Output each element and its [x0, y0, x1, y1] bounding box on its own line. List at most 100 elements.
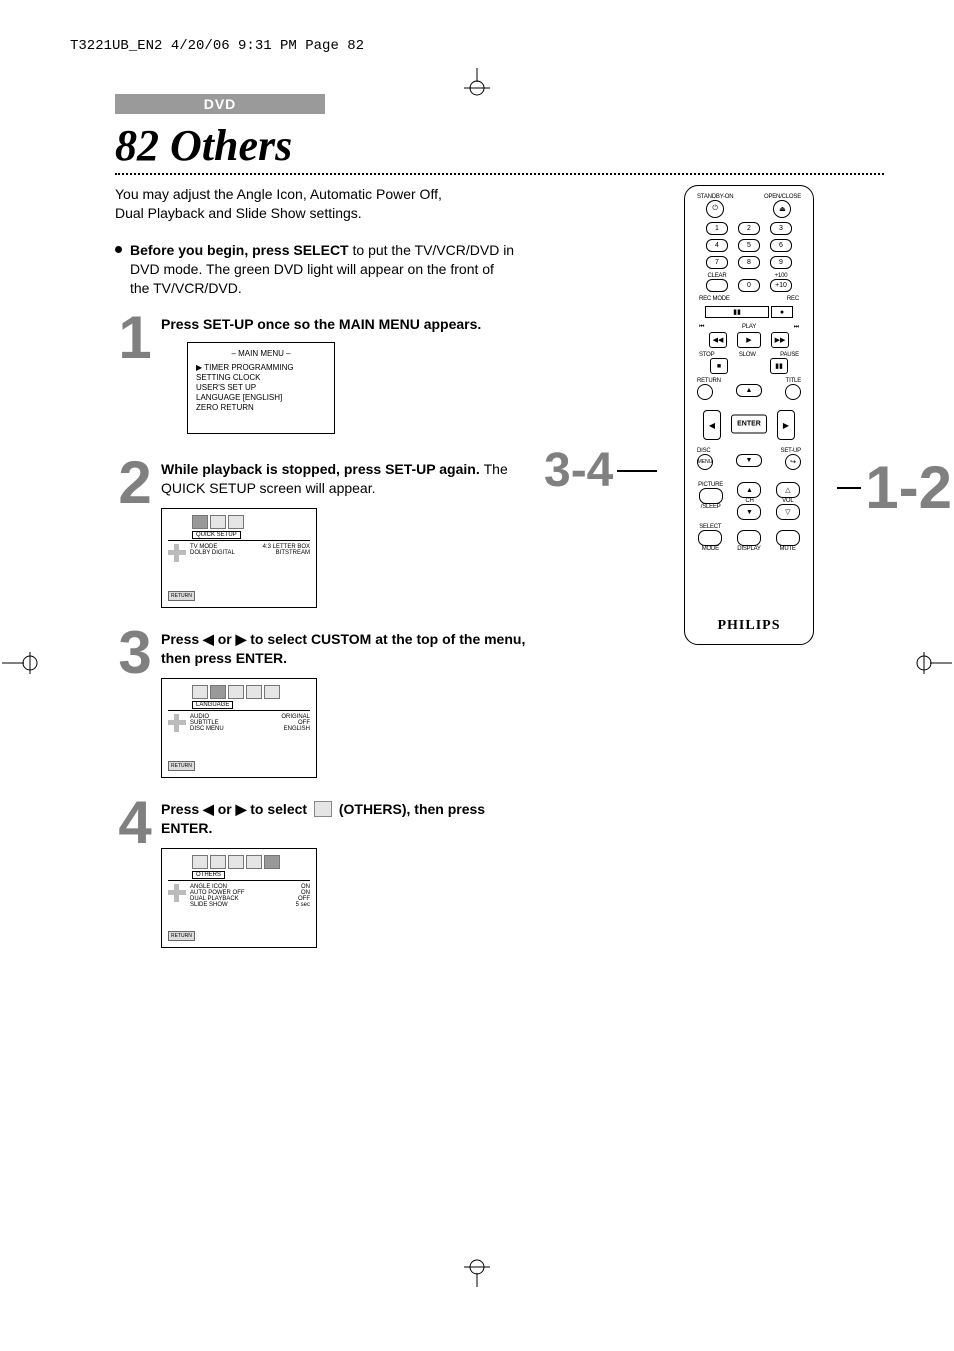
callout-3-4: 3-4 [544, 443, 657, 498]
pdf-header-line: T3221UB_EN2 4/20/06 9:31 PM Page 82 [70, 38, 884, 54]
clear-button[interactable] [706, 279, 728, 292]
display-label: DISPLAY [737, 546, 761, 552]
step-1: 1 Press SET-UP once so the MAIN MENU app… [115, 315, 535, 434]
numpad-4[interactable]: 4 [706, 239, 728, 252]
main-menu-title: – MAIN MENU – [196, 349, 326, 359]
setup-tab-icon [228, 515, 244, 529]
title-button[interactable] [785, 384, 801, 400]
step-3-number: 3 [115, 626, 155, 680]
dpad-enter-ring: ◀ ENTER ▶ [703, 406, 795, 442]
step-4-others-paren: (OTHERS) [339, 801, 407, 817]
play-button[interactable]: ▶ [737, 332, 761, 348]
step-3: 3 Press ◀ or ▶ to select CUSTOM at the t… [115, 630, 535, 778]
step-2-number: 2 [115, 456, 155, 510]
others-label: OTHERS [192, 871, 225, 879]
main-menu-item: ZERO RETURN [196, 403, 326, 413]
others-tab-icon [314, 801, 332, 817]
numpad-5[interactable]: 5 [738, 239, 760, 252]
standby-on-button[interactable]: ⏻ [706, 200, 724, 218]
vol-up-button[interactable]: △ [776, 482, 800, 498]
mute-label: MUTE [780, 546, 796, 552]
setup-tab-icon [210, 685, 226, 699]
callout-1-2-text: 1-2 [865, 453, 952, 522]
intro-text: You may adjust the Angle Icon, Automatic… [115, 185, 455, 223]
setup-tab-icon [210, 515, 226, 529]
stop-button[interactable]: ■ [710, 358, 728, 374]
fastforward-button[interactable]: ▶▶ [771, 332, 789, 348]
step-2: 2 While playback is stopped, press SET-U… [115, 460, 535, 608]
category-bar: DVD [115, 94, 325, 114]
numpad-2[interactable]: 2 [738, 222, 760, 235]
disc-menu-button[interactable]: MENU [697, 454, 713, 470]
step-3-pre: Press [161, 631, 203, 647]
left-arrow-button[interactable]: ◀ [703, 410, 721, 440]
left-right-arrows-icon: ◀ or ▶ [203, 801, 246, 817]
display-button[interactable] [737, 530, 761, 546]
language-label: LANGUAGE [192, 701, 233, 709]
remote-body: STANDBY-ON ⏻ OPEN/CLOSE ⏏ 1 2 3 4 5 6 [684, 185, 814, 645]
left-right-arrows-icon: ◀ or ▶ [203, 631, 246, 647]
page-title: 82 Others [115, 120, 884, 171]
numpad-9[interactable]: 9 [770, 256, 792, 269]
return-button-icon: RETURN [168, 591, 195, 601]
numpad-1[interactable]: 1 [706, 222, 728, 235]
step-2-bold: While playback is stopped, press SET-UP … [161, 461, 480, 477]
recmode-label: REC MODE [699, 296, 730, 302]
quick-setup-label: QUICK SETUP [192, 531, 241, 539]
right-arrow-button[interactable]: ▶ [777, 410, 795, 440]
setup-tab-icon [264, 855, 280, 869]
up-arrow-button[interactable]: ▲ [736, 384, 762, 397]
registration-mark-right [912, 650, 952, 676]
setup-tab-icon [246, 855, 262, 869]
dpad-icon [168, 544, 186, 562]
main-menu-item: ▶ TIMER PROGRAMMING [196, 363, 326, 373]
numpad-7[interactable]: 7 [706, 256, 728, 269]
dpad-icon [168, 884, 186, 902]
before-begin-text: Before you begin, press SELECT to put th… [130, 241, 515, 298]
picture-sleep-button[interactable] [699, 488, 723, 504]
step-4-number: 4 [115, 796, 155, 850]
plus10-button[interactable]: +10 [770, 279, 792, 292]
ch-down-button[interactable]: ▼ [737, 504, 761, 520]
rewind-button[interactable]: ◀◀ [709, 332, 727, 348]
setup-tab-icon [210, 855, 226, 869]
next-track-icon: ⏭ [794, 324, 799, 330]
numpad-6[interactable]: 6 [770, 239, 792, 252]
before-begin-note: Before you begin, press SELECT to put th… [115, 241, 515, 298]
registration-mark-bottom [460, 1257, 494, 1287]
return-button-icon: RETURN [168, 761, 195, 771]
pause-button[interactable]: ▮▮ [770, 358, 788, 374]
setup-tab-icon [228, 855, 244, 869]
setup-button[interactable]: ↪ [785, 454, 801, 470]
recmode-bar[interactable]: ▮▮ ● [705, 306, 793, 318]
down-arrow-button[interactable]: ▼ [736, 454, 762, 467]
numpad-0[interactable]: 0 [738, 279, 760, 292]
open-close-button[interactable]: ⏏ [773, 200, 791, 218]
bullet-icon [115, 246, 122, 253]
registration-mark-top [460, 68, 494, 98]
title-rule [115, 173, 884, 175]
vol-down-button[interactable]: ▽ [776, 504, 800, 520]
setup-tab-icon [228, 685, 244, 699]
step-4-pre: Press [161, 801, 203, 817]
main-menu-screen: – MAIN MENU – ▶ TIMER PROGRAMMING SETTIN… [187, 342, 335, 434]
step-1-text: Press SET-UP once so the MAIN MENU appea… [161, 315, 535, 334]
select-button[interactable] [698, 530, 722, 546]
mute-button[interactable] [776, 530, 800, 546]
numpad-3[interactable]: 3 [770, 222, 792, 235]
step-2-text: While playback is stopped, press SET-UP … [161, 460, 535, 498]
play-label: PLAY [742, 324, 756, 330]
setup-tab-icon [192, 855, 208, 869]
lang-row-l: DISC MENU [190, 726, 224, 732]
callout-3-4-text: 3-4 [544, 443, 613, 498]
main-menu-item: SETTING CLOCK [196, 373, 326, 383]
others-screen: OTHERS ANGLE ICONON AUTO POWER OFFON DUA… [161, 848, 317, 948]
ch-up-button[interactable]: ▲ [737, 482, 761, 498]
numpad-8[interactable]: 8 [738, 256, 760, 269]
enter-button[interactable]: ENTER [731, 415, 767, 434]
prev-track-icon: ⏮ [699, 324, 704, 330]
lang-row-r: ENGLISH [284, 726, 310, 732]
registration-mark-left [2, 650, 42, 676]
return-button[interactable] [697, 384, 713, 400]
mode-label: MODE [702, 546, 719, 552]
